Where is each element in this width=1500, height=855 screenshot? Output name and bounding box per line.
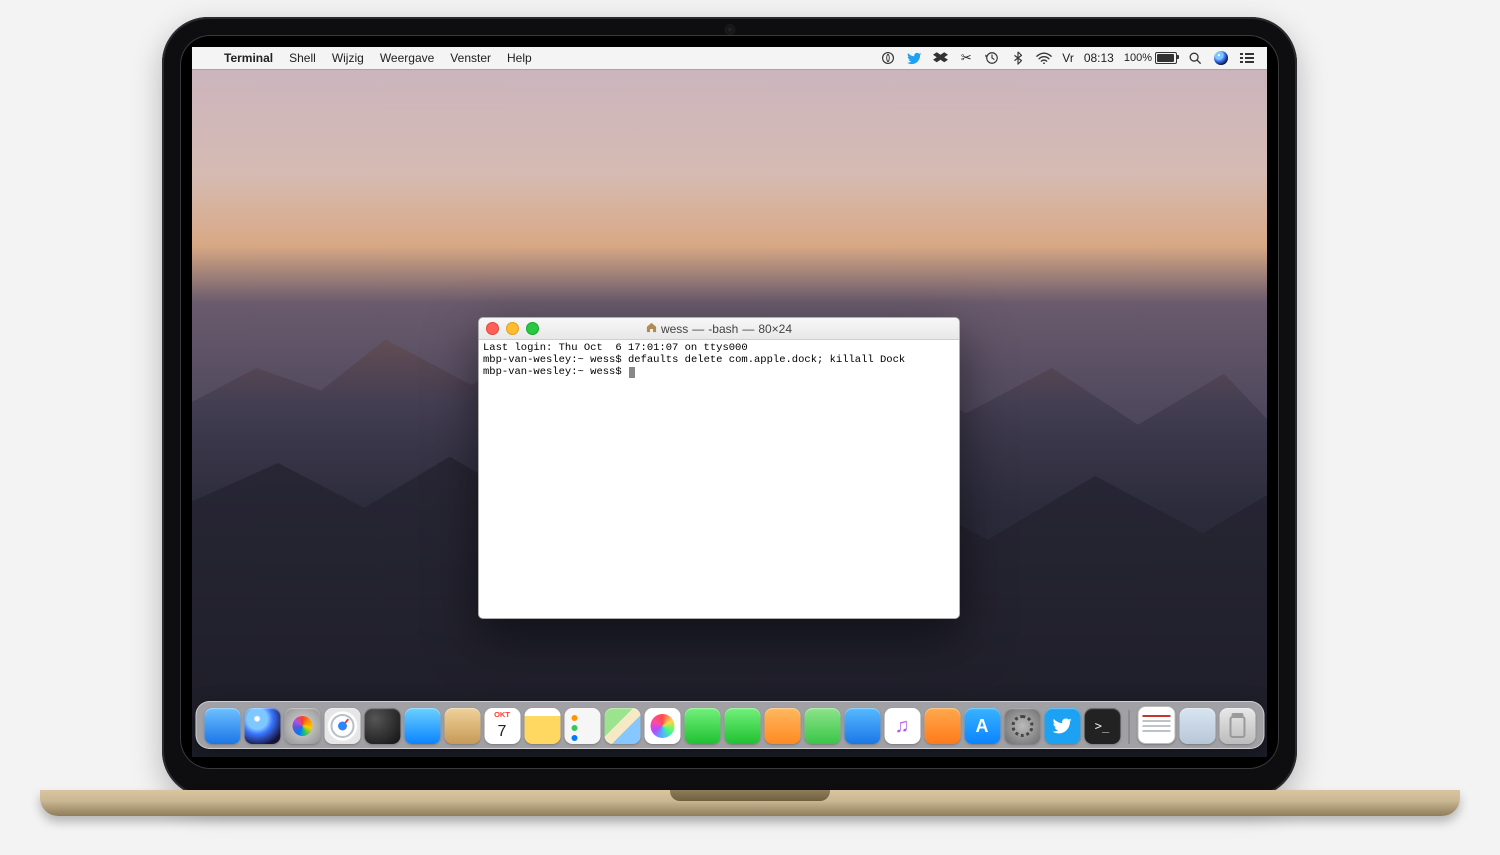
macbook-base-notch <box>670 790 830 801</box>
dock-reminders[interactable]: Herinneringen <box>564 708 600 744</box>
dock: Finder Siri Launchpad Safari Dashboard M… <box>195 701 1264 749</box>
dock-ibooks[interactable]: iBooks <box>924 708 960 744</box>
menu-venster[interactable]: Venster <box>442 47 499 69</box>
battery-icon <box>1155 52 1177 64</box>
wifi-menubar-icon[interactable] <box>1036 50 1052 66</box>
calendar-month: OKT <box>484 710 520 719</box>
macbook-base <box>40 790 1460 816</box>
dock-launchpad[interactable]: Launchpad <box>284 708 320 744</box>
terminal-command: defaults delete com.apple.dock; killall … <box>628 354 905 366</box>
timemachine-menubar-icon[interactable] <box>984 50 1000 66</box>
menu-shell[interactable]: Shell <box>281 47 324 69</box>
terminal-cursor <box>629 367 635 378</box>
dock-messages[interactable]: Berichten <box>684 708 720 744</box>
battery-menubar[interactable]: 100% <box>1124 52 1177 64</box>
terminal-prompt2-host: mbp-van-wesley:~ <box>483 366 584 378</box>
menubar-app-icon[interactable] <box>880 50 896 66</box>
window-zoom-button[interactable] <box>526 322 539 335</box>
terminal-prompt2-user: wess$ <box>590 366 622 378</box>
dock-contacts[interactable]: Contacten <box>444 708 480 744</box>
menu-bar: Terminal Shell Wijzig Weergave Venster H… <box>192 47 1267 69</box>
terminal-title-sep1: — <box>692 322 704 336</box>
dock-mail[interactable]: Mail <box>404 708 440 744</box>
dock-sysprefs[interactable]: Systeemvoorkeuren <box>1004 708 1040 744</box>
dock-downloads-stack[interactable]: Downloads <box>1179 708 1215 744</box>
macbook-frame: Terminal Shell Wijzig Weergave Venster H… <box>162 17 1297 797</box>
menubar-time[interactable]: 08:13 <box>1084 51 1114 65</box>
dock-facetime[interactable]: FaceTime <box>724 708 760 744</box>
terminal-prompt1-host: mbp-van-wesley:~ <box>483 354 584 366</box>
home-folder-icon <box>646 322 657 336</box>
dock-terminal[interactable]: Terminal <box>1084 708 1120 744</box>
window-traffic-lights <box>486 322 539 335</box>
screen: Terminal Shell Wijzig Weergave Venster H… <box>192 47 1267 757</box>
battery-percent: 100% <box>1124 52 1152 64</box>
dock-itunes[interactable]: iTunes <box>884 708 920 744</box>
terminal-title-sep2: — <box>742 322 754 336</box>
menu-app-name[interactable]: Terminal <box>216 47 281 69</box>
window-close-button[interactable] <box>486 322 499 335</box>
dock-keynote[interactable]: Keynote <box>844 708 880 744</box>
dock-safari[interactable]: Safari <box>324 708 360 744</box>
terminal-prompt1-user: wess$ <box>590 354 622 366</box>
menu-weergave[interactable]: Weergave <box>372 47 442 69</box>
terminal-title-session: -bash <box>708 322 738 336</box>
scissors-menubar-icon[interactable]: ✂︎ <box>958 50 974 66</box>
dock-finder[interactable]: Finder <box>204 708 240 744</box>
dock-appstore[interactable]: App Store <box>964 708 1000 744</box>
menu-wijzig[interactable]: Wijzig <box>324 47 372 69</box>
dock-dashboard[interactable]: Dashboard <box>364 708 400 744</box>
dock-trash[interactable]: Prullenmand <box>1219 708 1255 744</box>
terminal-titlebar[interactable]: wess — -bash — 80×24 <box>479 318 959 340</box>
dock-numbers[interactable]: Numbers <box>804 708 840 744</box>
notification-center-icon[interactable] <box>1239 50 1255 66</box>
window-minimize-button[interactable] <box>506 322 519 335</box>
dock-notes[interactable]: Notities <box>524 708 560 744</box>
dock-separator <box>1128 710 1129 744</box>
menubar-day[interactable]: Vr <box>1062 51 1074 65</box>
terminal-window[interactable]: wess — -bash — 80×24 Last login: Thu Oct… <box>478 317 960 619</box>
terminal-body[interactable]: Last login: Thu Oct 6 17:01:07 on ttys00… <box>479 340 959 618</box>
bluetooth-menubar-icon[interactable] <box>1010 50 1026 66</box>
menu-help[interactable]: Help <box>499 47 540 69</box>
dock-photos[interactable]: Foto's <box>644 708 680 744</box>
dock-siri[interactable]: Siri <box>244 708 280 744</box>
dock-documents-stack[interactable]: Documenten <box>1137 706 1175 744</box>
terminal-title-user: wess <box>661 322 688 336</box>
camera-dot <box>726 26 733 33</box>
dropbox-menubar-icon[interactable] <box>932 50 948 66</box>
dock-pages[interactable]: Pages <box>764 708 800 744</box>
terminal-line-login: Last login: Thu Oct 6 17:01:07 on ttys00… <box>483 342 748 354</box>
spotlight-icon[interactable] <box>1187 50 1203 66</box>
twitter-menubar-icon[interactable] <box>906 50 922 66</box>
calendar-day: 7 <box>484 723 520 741</box>
terminal-title: wess — -bash — 80×24 <box>646 322 792 336</box>
siri-menubar-icon[interactable] <box>1213 50 1229 66</box>
terminal-title-size: 80×24 <box>758 322 792 336</box>
dock-maps[interactable]: Kaarten <box>604 708 640 744</box>
dock-calendar[interactable]: OKT 7 Agenda <box>484 708 520 744</box>
screen-bezel: Terminal Shell Wijzig Weergave Venster H… <box>180 35 1279 769</box>
dock-twitter[interactable]: Twitter <box>1044 708 1080 744</box>
